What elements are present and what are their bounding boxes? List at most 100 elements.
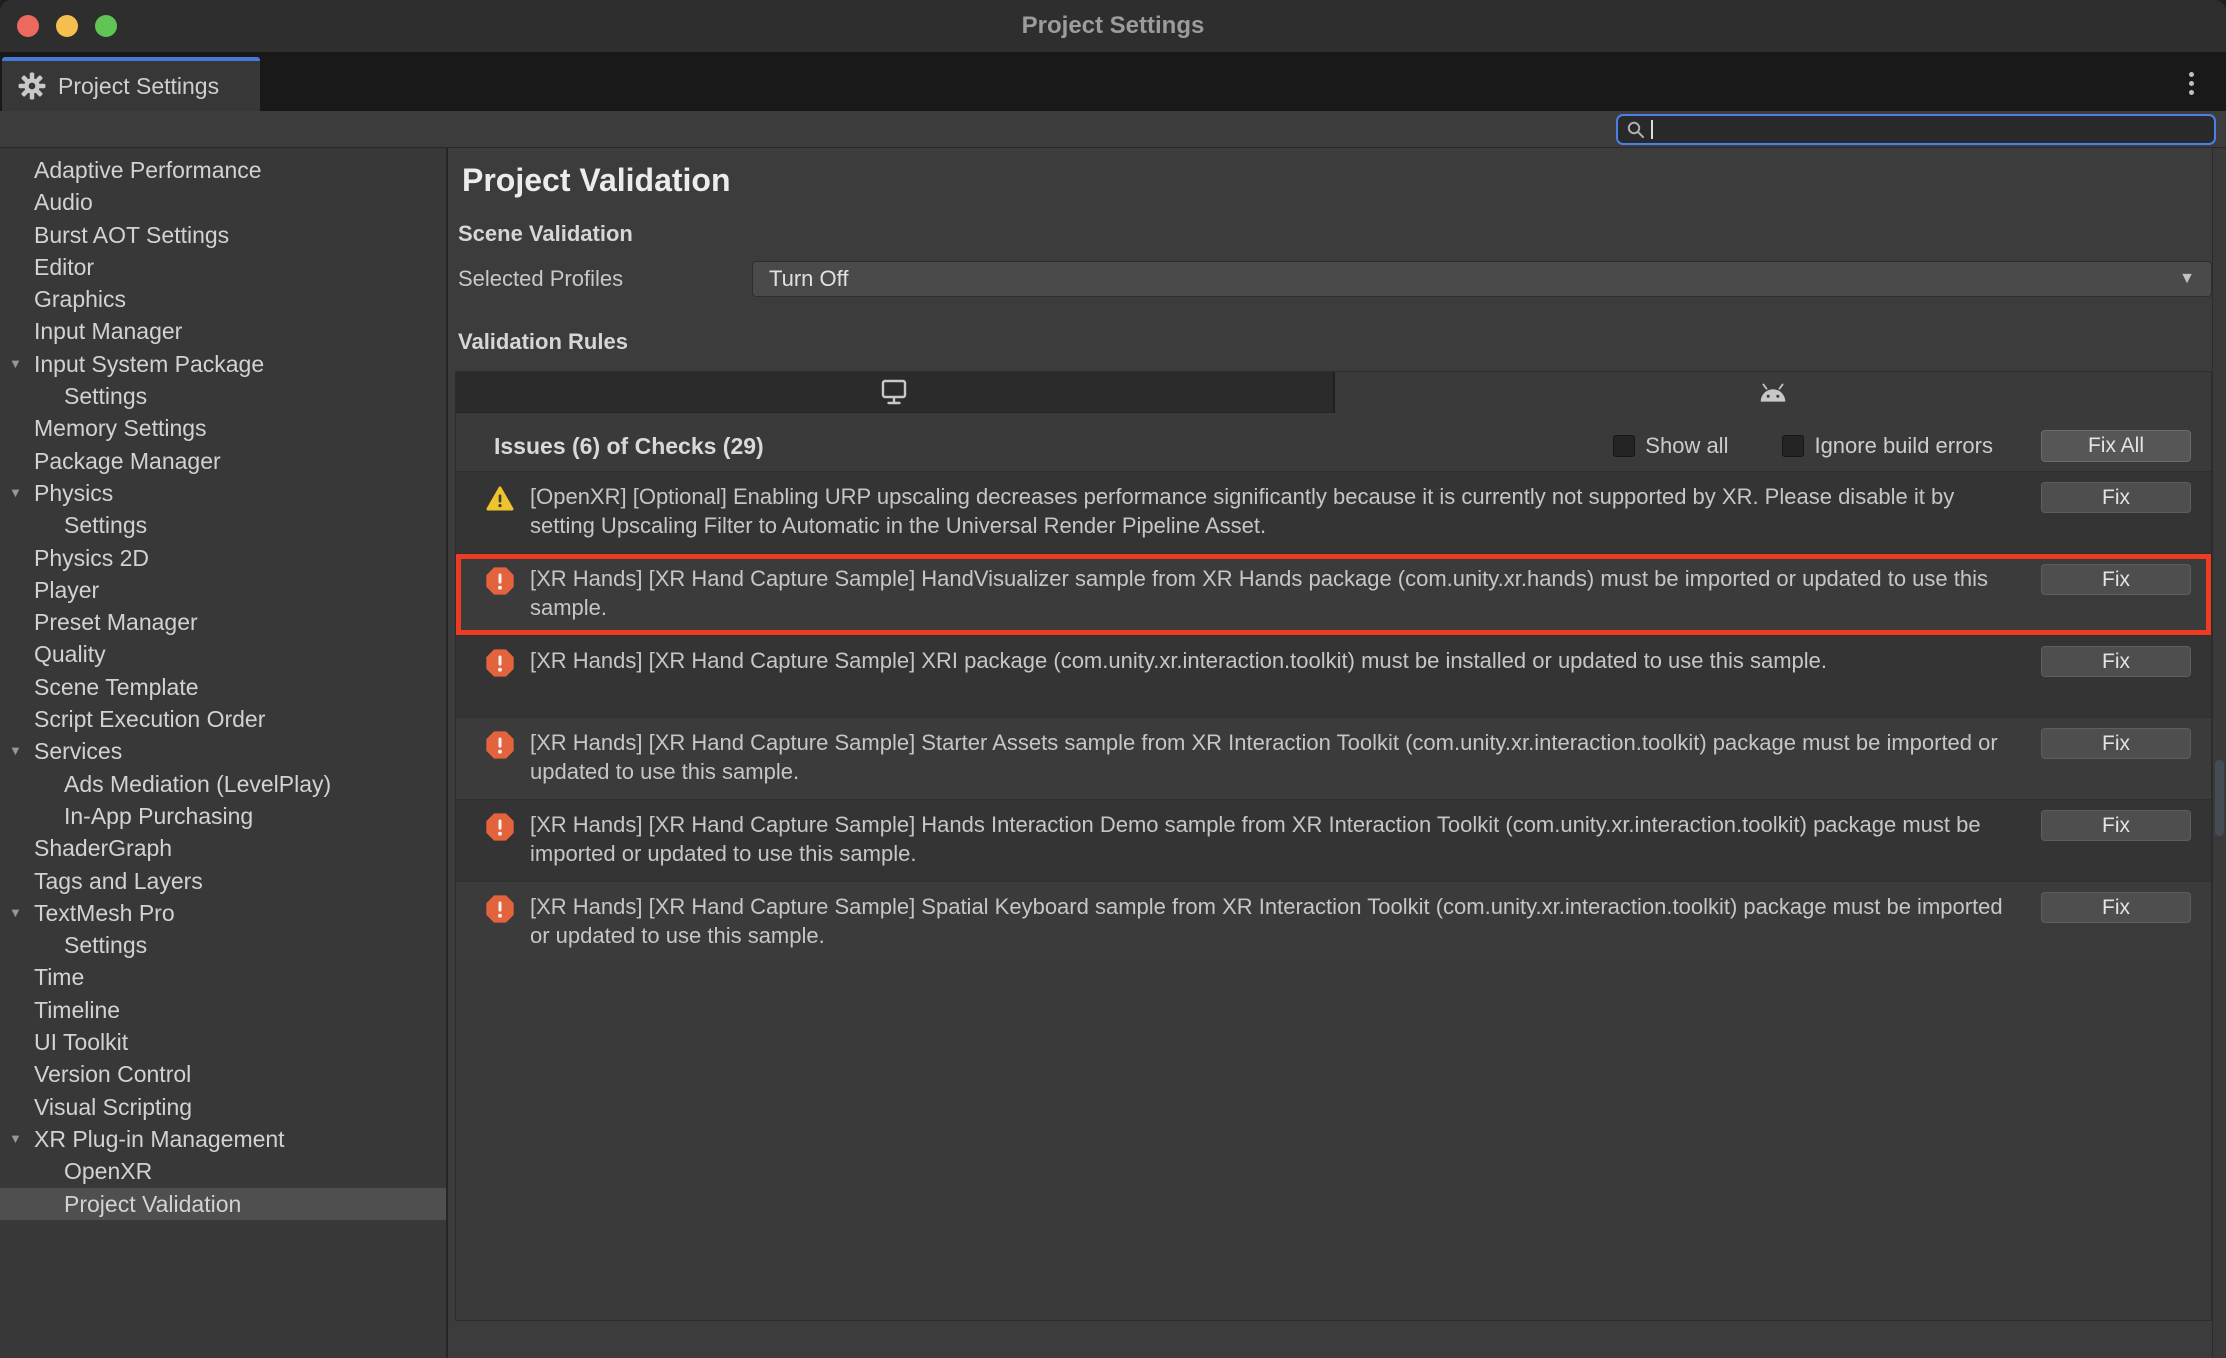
- settings-sidebar: Adaptive Performance Audio Burst AOT Set…: [0, 148, 448, 1358]
- sidebar-item-label: Burst AOT Settings: [34, 222, 229, 248]
- vertical-scrollbar[interactable]: [2212, 148, 2226, 1358]
- foldout-arrow-icon[interactable]: ▼: [9, 1123, 22, 1155]
- sidebar-item[interactable]: ▼ Physics: [0, 477, 446, 509]
- sidebar-item-label: Adaptive Performance: [34, 157, 262, 183]
- sidebar-item-label: UI Toolkit: [34, 1029, 128, 1055]
- sidebar-item[interactable]: Preset Manager: [0, 606, 446, 638]
- sidebar-item[interactable]: Timeline: [0, 994, 446, 1026]
- error-icon: [486, 813, 514, 841]
- android-icon: [1758, 383, 1788, 403]
- sidebar-item[interactable]: Package Manager: [0, 445, 446, 477]
- sidebar-item[interactable]: ▼ XR Plug-in Management: [0, 1123, 446, 1155]
- foldout-arrow-icon[interactable]: ▼: [9, 735, 22, 767]
- sidebar-item-label: Preset Manager: [34, 609, 198, 635]
- sidebar-item[interactable]: Ads Mediation (LevelPlay): [0, 768, 446, 800]
- sidebar-item[interactable]: Editor: [0, 251, 446, 283]
- sidebar-item[interactable]: Adaptive Performance: [0, 154, 446, 186]
- fix-button[interactable]: Fix: [2041, 892, 2191, 923]
- issue-text: [XR Hands] [XR Hand Capture Sample] Spat…: [530, 892, 2010, 950]
- sidebar-item[interactable]: ▼ TextMesh Pro: [0, 897, 446, 929]
- sidebar-item[interactable]: Graphics: [0, 283, 446, 315]
- issues-header: Issues (6) of Checks (29) Show all Ignor…: [456, 421, 2211, 471]
- sidebar-item[interactable]: Project Validation: [0, 1188, 446, 1220]
- sidebar-item[interactable]: Input Manager: [0, 315, 446, 347]
- sidebar-item[interactable]: Physics 2D: [0, 542, 446, 574]
- tab-platform-android[interactable]: [1333, 372, 2212, 413]
- sidebar-item-label: Timeline: [34, 997, 120, 1023]
- sidebar-item-label: Editor: [34, 254, 94, 280]
- fix-button[interactable]: Fix: [2041, 482, 2191, 513]
- sidebar-item-label: Package Manager: [34, 448, 221, 474]
- page-title: Project Validation: [462, 162, 2226, 199]
- issues-list: [OpenXR] [Optional] Enabling URP upscali…: [456, 471, 2211, 963]
- sidebar-item[interactable]: OpenXR: [0, 1155, 446, 1187]
- tab-platform-desktop[interactable]: [456, 372, 1333, 413]
- fix-button[interactable]: Fix: [2041, 810, 2191, 841]
- sidebar-item[interactable]: Time: [0, 961, 446, 993]
- tab-project-settings[interactable]: Project Settings: [2, 57, 260, 111]
- issue-row: [XR Hands] [XR Hand Capture Sample] Hand…: [456, 553, 2211, 635]
- selected-profiles-row: Selected Profiles Turn Off ▼: [458, 261, 2212, 297]
- show-all-label: Show all: [1645, 433, 1728, 459]
- fix-button[interactable]: Fix: [2041, 564, 2191, 595]
- sidebar-item[interactable]: ShaderGraph: [0, 832, 446, 864]
- sidebar-item[interactable]: Tags and Layers: [0, 865, 446, 897]
- show-all-checkbox[interactable]: [1613, 435, 1635, 457]
- gear-icon: [18, 72, 46, 100]
- foldout-arrow-icon[interactable]: ▼: [9, 348, 22, 380]
- dropdown-value: Turn Off: [769, 266, 2179, 292]
- sidebar-item[interactable]: Memory Settings: [0, 412, 446, 444]
- sidebar-item[interactable]: In-App Purchasing: [0, 800, 446, 832]
- ignore-build-errors-checkbox[interactable]: [1782, 435, 1804, 457]
- sidebar-item-label: Input System Package: [34, 351, 264, 377]
- issue-text: [OpenXR] [Optional] Enabling URP upscali…: [530, 482, 2010, 540]
- sidebar-item-label: Audio: [34, 189, 93, 215]
- scrollbar-thumb[interactable]: [2215, 760, 2224, 836]
- editor-tabstrip: Project Settings: [0, 52, 2226, 111]
- sidebar-item-label: Ads Mediation (LevelPlay): [64, 771, 331, 797]
- sidebar-item-label: Settings: [64, 383, 147, 409]
- sidebar-item-label: In-App Purchasing: [64, 803, 253, 829]
- issue-row: [XR Hands] [XR Hand Capture Sample] XRI …: [456, 635, 2211, 717]
- fix-button[interactable]: Fix: [2041, 646, 2191, 677]
- sidebar-item[interactable]: Player: [0, 574, 446, 606]
- sidebar-item[interactable]: ▼ Services: [0, 735, 446, 767]
- fix-all-button[interactable]: Fix All: [2041, 430, 2191, 462]
- fix-button[interactable]: Fix: [2041, 728, 2191, 759]
- issues-title: Issues (6) of Checks (29): [494, 433, 764, 460]
- tab-label: Project Settings: [58, 73, 219, 100]
- sidebar-item[interactable]: Settings: [0, 509, 446, 541]
- sidebar-item[interactable]: Visual Scripting: [0, 1091, 446, 1123]
- ignore-build-errors-label: Ignore build errors: [1814, 433, 1993, 459]
- main-panel: Project Validation Scene Validation Sele…: [448, 148, 2226, 1358]
- sidebar-list: Adaptive Performance Audio Burst AOT Set…: [0, 154, 446, 1220]
- selected-profiles-dropdown[interactable]: Turn Off ▼: [752, 261, 2212, 297]
- sidebar-item[interactable]: Settings: [0, 929, 446, 961]
- sidebar-item-label: Physics: [34, 480, 113, 506]
- sidebar-item[interactable]: ▼ Input System Package: [0, 348, 446, 380]
- sidebar-item-label: Version Control: [34, 1061, 191, 1087]
- content: Adaptive Performance Audio Burst AOT Set…: [0, 148, 2226, 1358]
- sidebar-item-label: Settings: [64, 512, 147, 538]
- issue-row: [XR Hands] [XR Hand Capture Sample] Star…: [456, 717, 2211, 799]
- project-settings-window: Project Settings: [0, 0, 2226, 1358]
- chevron-down-icon: ▼: [2179, 270, 2195, 288]
- issues-header-controls: Show all Ignore build errors Fix All: [1613, 430, 2191, 462]
- sidebar-item-label: XR Plug-in Management: [34, 1126, 285, 1152]
- sidebar-item[interactable]: Settings: [0, 380, 446, 412]
- foldout-arrow-icon[interactable]: ▼: [9, 897, 22, 929]
- validation-rules-panel: Issues (6) of Checks (29) Show all Ignor…: [455, 371, 2212, 1321]
- sidebar-item[interactable]: Quality: [0, 638, 446, 670]
- sidebar-item[interactable]: Version Control: [0, 1058, 446, 1090]
- kebab-menu-icon[interactable]: [2178, 68, 2204, 98]
- foldout-arrow-icon[interactable]: ▼: [9, 477, 22, 509]
- sidebar-item-label: Physics 2D: [34, 545, 149, 571]
- sidebar-item[interactable]: Audio: [0, 186, 446, 218]
- search-box[interactable]: [1616, 114, 2216, 145]
- search-input[interactable]: [1653, 118, 2206, 141]
- sidebar-item[interactable]: UI Toolkit: [0, 1026, 446, 1058]
- sidebar-item[interactable]: Scene Template: [0, 671, 446, 703]
- sidebar-item-label: Input Manager: [34, 318, 182, 344]
- sidebar-item[interactable]: Burst AOT Settings: [0, 219, 446, 251]
- sidebar-item[interactable]: Script Execution Order: [0, 703, 446, 735]
